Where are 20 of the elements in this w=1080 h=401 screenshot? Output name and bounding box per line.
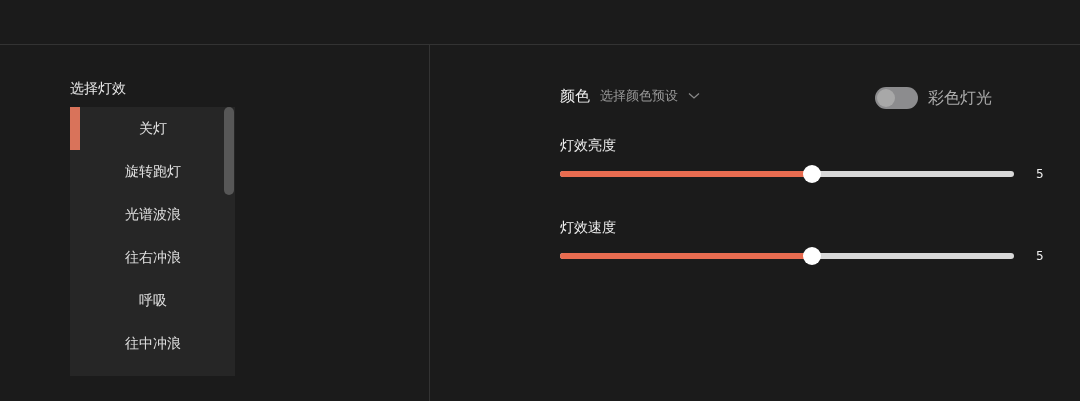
slider-label: 灯效速度	[560, 218, 617, 237]
effect-item[interactable]: 旋转跑灯	[70, 150, 235, 193]
slider-thumb[interactable]	[802, 247, 821, 265]
slider-value: 5	[1036, 167, 1044, 181]
slider-track[interactable]	[560, 165, 1014, 183]
color-label: 颜色	[560, 86, 590, 106]
effect-item[interactable]: 呼吸	[70, 279, 235, 322]
toggle-switch[interactable]	[875, 87, 918, 109]
chevron-down-icon	[688, 92, 700, 100]
section-label: 选择灯效	[70, 79, 127, 98]
slider-track[interactable]	[560, 247, 1014, 265]
effect-item[interactable]: 光谱波浪	[70, 193, 235, 236]
effect-item[interactable]: 往右冲浪	[70, 236, 235, 279]
slider-thumb[interactable]	[802, 165, 821, 183]
slider-label: 灯效亮度	[560, 136, 617, 155]
preset-dropdown[interactable]: 选择颜色预设	[600, 87, 700, 105]
scrollbar[interactable]	[224, 107, 234, 195]
effect-item[interactable]: 往中冲浪	[70, 322, 235, 365]
toggle-label: 彩色灯光	[928, 87, 992, 109]
slider-value: 5	[1036, 249, 1044, 263]
